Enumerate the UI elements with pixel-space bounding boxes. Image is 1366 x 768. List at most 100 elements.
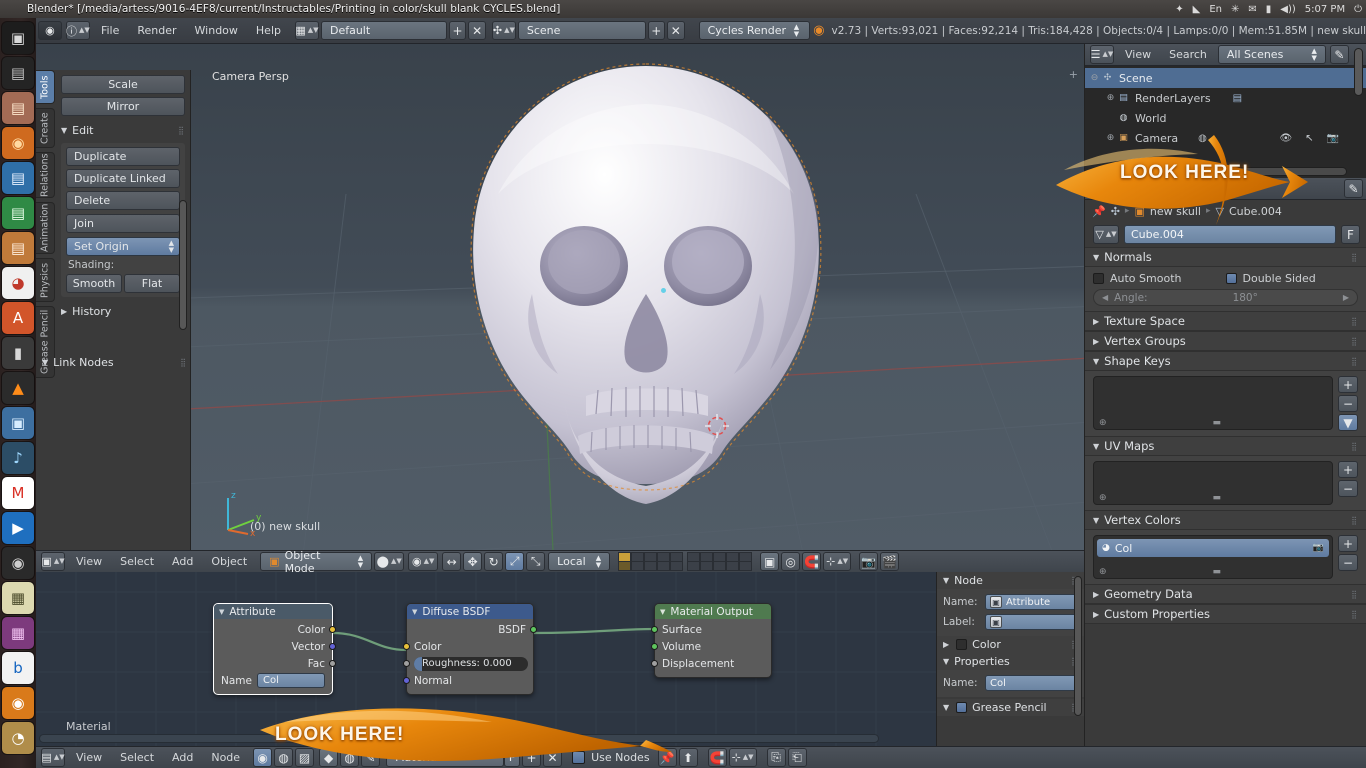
proportional-edit-icon[interactable]: ◎ xyxy=(781,552,801,571)
interaction-mode-select[interactable]: ▣ Object Mode ▲ ▼ xyxy=(260,549,373,575)
vertex-color-item-col[interactable]: ◕ Col 📷 xyxy=(1097,539,1329,557)
add-screen-layout-button[interactable]: + xyxy=(448,21,467,40)
node-material-output[interactable]: ▼ Material Output Surface Volume Displac… xyxy=(651,603,772,678)
add-uv-map-button[interactable]: + xyxy=(1338,461,1358,478)
layer-button[interactable] xyxy=(670,552,684,571)
paste-icon[interactable]: ⎗ xyxy=(787,748,807,767)
tool-shelf-scrollbar[interactable] xyxy=(179,200,187,330)
power-icon[interactable]: ⏻ xyxy=(1354,4,1362,15)
angle-next-arrow-icon[interactable]: ▶ xyxy=(1343,293,1349,302)
blender-logo-icon[interactable]: ◉ xyxy=(38,21,62,40)
add-vertex-color-button[interactable]: + xyxy=(1338,535,1358,552)
viewport-menu-add[interactable]: Add xyxy=(163,555,202,568)
properties-panel-header[interactable]: ▼ Properties ⣿ xyxy=(937,653,1084,670)
angle-prev-arrow-icon[interactable]: ◀ xyxy=(1102,293,1108,302)
socket-displacement-input[interactable] xyxy=(651,660,658,667)
pivot-point-select[interactable]: ◉ ▲▼ xyxy=(408,552,439,571)
node-diffuse-bsdf[interactable]: ▼ Diffuse BSDF BSDF Color Roughness: 0.0… xyxy=(403,603,537,695)
dock-icon-libreoffice-calc[interactable]: ▤ xyxy=(2,197,34,229)
scene-icon[interactable]: ✣ ▲▼ xyxy=(491,21,516,40)
fake-user-button[interactable]: F xyxy=(1341,225,1360,244)
node-editor-icon[interactable]: ▤ ▲▼ xyxy=(41,748,65,767)
use-nodes-checkbox[interactable] xyxy=(572,751,586,764)
vertex-colors-list[interactable]: ◕ Col 📷 ⊕ ▬ xyxy=(1093,535,1333,579)
mesh-name-field[interactable]: Cube.004 xyxy=(1124,225,1336,244)
battery-icon[interactable]: ▮ xyxy=(1266,4,1272,15)
node-attribute[interactable]: ▼ Attribute Color Vector Fac Name Col xyxy=(213,603,336,695)
node-attribute-header[interactable]: ▼ Attribute xyxy=(214,604,332,619)
pin-icon[interactable]: 📌 xyxy=(1092,205,1106,218)
color-panel-header[interactable]: ▶ Color ⣿ xyxy=(937,636,1084,653)
join-button[interactable]: Join xyxy=(66,214,180,233)
keyboard-layout-icon[interactable]: En xyxy=(1209,4,1222,15)
socket-fac-output[interactable] xyxy=(329,660,336,667)
socket-bsdf-output[interactable] xyxy=(530,626,537,633)
properties-tab-object-data-tab[interactable]: ▽ xyxy=(1119,179,1140,198)
volume-icon[interactable]: ◀)) xyxy=(1280,4,1296,15)
node-panel-header[interactable]: ▼ Node ⣿ xyxy=(937,572,1084,589)
dock-icon-terminal[interactable]: ▣ xyxy=(2,22,34,54)
dock-icon-autodesk-app[interactable]: A xyxy=(2,302,34,334)
node-sidebar-scrollbar[interactable] xyxy=(1074,576,1082,716)
list-resize-grip-icon[interactable]: ▬ xyxy=(1213,567,1222,577)
skull-mesh-object[interactable] xyxy=(436,44,856,550)
list-resize-grip-icon[interactable]: ▬ xyxy=(1213,418,1222,428)
add-shape-key-button[interactable]: + xyxy=(1338,376,1358,393)
layer-button[interactable] xyxy=(631,552,645,571)
node-attribute-name-field[interactable]: Col xyxy=(256,673,325,688)
socket-color-output[interactable] xyxy=(329,626,336,633)
auto-smooth-checkbox[interactable] xyxy=(1093,273,1104,284)
properties-editor-icon[interactable]: ▤ ▲▼ xyxy=(1090,179,1114,198)
layer-button[interactable] xyxy=(618,552,632,571)
outliner-menu-search[interactable]: Search xyxy=(1160,48,1216,61)
shape-keys-panel-header[interactable]: ▼ Shape Keys ⣿ xyxy=(1085,351,1366,371)
outliner-row-toggles[interactable]: 👁 ↖ 📷 xyxy=(1279,133,1339,144)
socket-vector-output[interactable] xyxy=(329,643,336,650)
custom-properties-panel-header[interactable]: ▶ Custom Properties ⣿ xyxy=(1085,604,1366,624)
snap-magnet-icon[interactable]: 🧲 xyxy=(707,748,727,767)
uv-maps-panel-header[interactable]: ▼ UV Maps ⣿ xyxy=(1085,436,1366,456)
delete-button[interactable]: Delete xyxy=(66,191,180,210)
info-editor-icon[interactable]: ⓘ ▲▼ xyxy=(65,21,90,40)
dock-icon-disc-burner[interactable]: ◉ xyxy=(2,547,34,579)
add-shape-key-small-icon[interactable]: ⊕ xyxy=(1099,418,1107,428)
tool-shelf-tab-tools[interactable]: Tools xyxy=(36,70,55,104)
filter-icon[interactable]: ✎ xyxy=(1329,45,1349,64)
node-menu-select[interactable]: Select xyxy=(111,751,163,764)
outliner-expander-icon[interactable]: ⊕ xyxy=(1105,93,1116,103)
outliner-vertical-scrollbar[interactable] xyxy=(1354,48,1363,96)
layer-buttons-group-2[interactable] xyxy=(687,552,753,571)
dock-icon-blender[interactable]: ◉ xyxy=(2,687,34,719)
dock-icon-gimp[interactable]: ◔ xyxy=(2,722,34,754)
menu-help[interactable]: Help xyxy=(247,24,290,37)
socket-color-input[interactable] xyxy=(403,643,410,650)
outliner-horizontal-scrollbar[interactable] xyxy=(1097,167,1347,176)
snap-magnet-icon[interactable]: 🧲 xyxy=(802,552,822,571)
roughness-slider[interactable]: Roughness: 0.000 xyxy=(414,656,528,671)
outliner-menu-view[interactable]: View xyxy=(1116,48,1160,61)
outliner-row-world[interactable]: ◍ World xyxy=(1085,108,1366,128)
screen-layout-icon[interactable]: ▦ ▲▼ xyxy=(294,21,319,40)
clock[interactable]: 5:07 PM xyxy=(1305,4,1345,15)
shader-type-object-icon[interactable]: ◉ xyxy=(253,748,273,767)
dock-icon-files-archive[interactable]: ▤ xyxy=(2,57,34,89)
layer-button[interactable] xyxy=(700,552,714,571)
visibility-eye-icon[interactable]: 👁 xyxy=(1279,133,1292,144)
dock-icon-photo-app[interactable]: ▦ xyxy=(2,582,34,614)
duplicate-button[interactable]: Duplicate xyxy=(66,147,180,166)
dock-icon-libreoffice-impress[interactable]: ▤ xyxy=(2,232,34,264)
dock-icon-firefox[interactable]: ◉ xyxy=(2,127,34,159)
3d-viewport[interactable]: Camera Persp (0) new skull z y x + Tools… xyxy=(36,44,1084,550)
node-collapse-icon[interactable]: ▼ xyxy=(219,608,224,616)
node-menu-node[interactable]: Node xyxy=(202,751,249,764)
dock-icon-video-editor[interactable]: ▦ xyxy=(2,617,34,649)
outliner-editor-icon[interactable]: ☰ ▲▼ xyxy=(1090,45,1114,64)
list-resize-grip-icon[interactable]: ▬ xyxy=(1213,493,1222,503)
viewport-panel-expand-icon[interactable]: + xyxy=(1069,68,1078,81)
mirror-button[interactable]: Mirror xyxy=(61,97,185,116)
remove-vertex-color-button[interactable]: − xyxy=(1338,554,1358,571)
tool-shelf-tab-create[interactable]: Create xyxy=(36,108,55,148)
layer-button[interactable] xyxy=(739,552,753,571)
dock-icon-music-player[interactable]: ♪ xyxy=(2,442,34,474)
outliner-row-camera[interactable]: ⊕ ▣ Camera ◍ 👁 ↖ 📷 xyxy=(1085,128,1366,148)
